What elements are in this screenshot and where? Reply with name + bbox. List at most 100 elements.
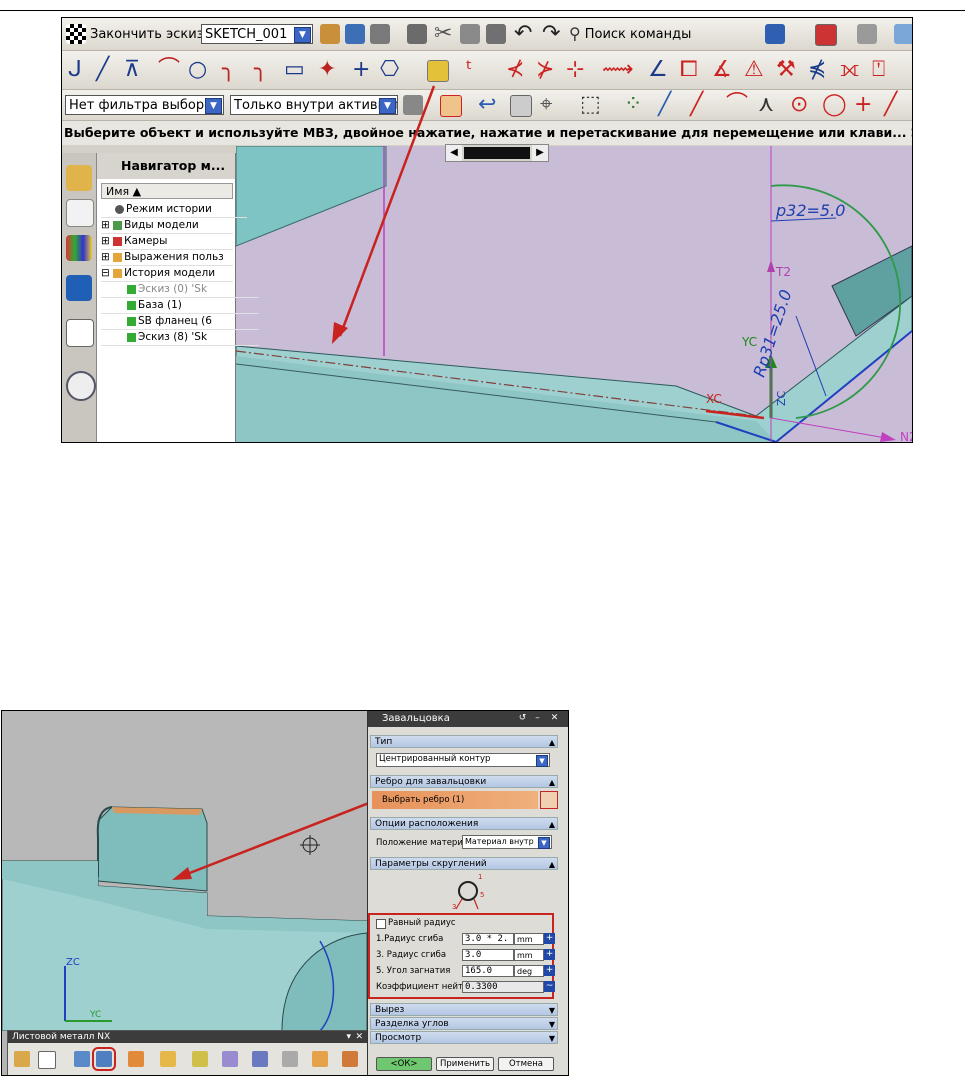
finish-sketch-button[interactable]: Закончить эскиз bbox=[66, 23, 204, 45]
select-point-icon[interactable]: ⌖ bbox=[540, 94, 552, 116]
tree-item[interactable]: ⊞ Камеры bbox=[101, 233, 233, 250]
show-constraints-icon[interactable]: ⚒ bbox=[776, 59, 796, 81]
scroll-left-icon[interactable]: ◀ bbox=[446, 145, 462, 161]
command-search-button[interactable]: ⚲ Поиск команды bbox=[569, 23, 691, 45]
constraints-icon[interactable]: ⟿ bbox=[602, 59, 634, 81]
reset-icon[interactable]: ↺ bbox=[517, 713, 528, 724]
orient-view-icon[interactable] bbox=[345, 24, 365, 44]
render-style-icon[interactable] bbox=[857, 24, 877, 44]
material-position-select[interactable]: Материал внутр ▼ bbox=[462, 835, 552, 849]
profile-icon[interactable]: ᒍ bbox=[68, 59, 82, 81]
unbend-icon[interactable] bbox=[192, 1051, 208, 1067]
snap-quadrant-icon[interactable]: ◯ bbox=[822, 94, 847, 116]
flat-solid-icon[interactable] bbox=[222, 1051, 238, 1067]
type-select[interactable]: Центрированный контур ▼ bbox=[376, 753, 550, 767]
tree-item[interactable]: ⊞ Виды модели bbox=[101, 217, 233, 234]
selection-filter-combo[interactable]: Нет фильтра выбора ▼ bbox=[65, 95, 224, 115]
roll-angle-options-icon[interactable]: + bbox=[544, 965, 555, 976]
tree-item[interactable]: База (1) bbox=[101, 297, 259, 314]
snap-point-icon[interactable] bbox=[440, 95, 462, 117]
remove-constraints-icon[interactable]: ⋠ bbox=[808, 59, 826, 81]
reattach-icon[interactable] bbox=[370, 24, 390, 44]
save-icon[interactable] bbox=[407, 24, 427, 44]
return-icon[interactable]: ↩ bbox=[478, 94, 496, 116]
preview-section-header[interactable]: Просмотр ▼ bbox=[370, 1031, 558, 1044]
close-icon[interactable]: ✕ bbox=[549, 713, 560, 724]
scroll-right-icon[interactable]: ▶ bbox=[532, 145, 548, 161]
snap-mid-icon[interactable]: ╱ bbox=[690, 94, 703, 116]
roll-angle-unit[interactable]: deg bbox=[514, 965, 544, 977]
bend-radius-1-field[interactable]: 3.0 * 2. bbox=[462, 933, 514, 945]
viewport-scrollbar[interactable]: ◀ ▶ bbox=[445, 144, 549, 162]
fillet-params-section-header[interactable]: Параметры скруглений ▲ bbox=[370, 857, 558, 870]
history-palette-icon[interactable] bbox=[66, 319, 94, 347]
bend-radius-3-unit[interactable]: mm bbox=[514, 949, 544, 961]
snap-control-icon[interactable]: ⌒ bbox=[726, 94, 748, 116]
mirror-icon[interactable]: ⟗ bbox=[840, 59, 859, 81]
quick-trim-icon[interactable]: ⊀ bbox=[506, 59, 524, 81]
alternate-solution-icon[interactable]: ⍞ bbox=[872, 59, 885, 81]
part-navigator-icon[interactable] bbox=[66, 199, 94, 227]
info-icon[interactable] bbox=[765, 24, 785, 44]
selection-scope-combo[interactable]: Только внутри активного ▼ bbox=[230, 95, 398, 115]
derived-lines-icon[interactable]: ⊼ bbox=[124, 59, 140, 81]
select-edge-button[interactable]: Выбрать ребро (1) bbox=[372, 791, 538, 809]
snap-end-icon[interactable]: ╱ bbox=[658, 94, 671, 116]
placement-section-header[interactable]: Опции расположения ▲ bbox=[370, 817, 558, 830]
snap-all-icon[interactable]: ⁘ bbox=[624, 94, 642, 116]
bend-radius-3-field[interactable]: 3.0 bbox=[462, 949, 514, 961]
apply-button[interactable]: Применить bbox=[436, 1057, 494, 1071]
neutral-factor-field[interactable]: 0.3300 bbox=[462, 981, 544, 993]
scroll-thumb[interactable] bbox=[464, 147, 530, 159]
tree-item[interactable]: Эскиз (0) 'Sk bbox=[101, 281, 259, 298]
tree-item[interactable]: SB фланец (6 bbox=[101, 313, 259, 330]
equal-radius-checkbox[interactable] bbox=[376, 919, 386, 929]
toolbar-menu-icon[interactable]: ▾ bbox=[346, 1031, 351, 1043]
fillet-icon[interactable]: ╮ bbox=[222, 59, 235, 81]
minimize-icon[interactable]: – bbox=[532, 713, 543, 724]
neutral-factor-options-icon[interactable]: ~ bbox=[544, 981, 555, 992]
corner-icon[interactable] bbox=[282, 1051, 298, 1067]
bend-radius-1-unit[interactable]: mm bbox=[514, 933, 544, 945]
roll-model-svg[interactable]: ZC YC bbox=[2, 711, 367, 1031]
graphics-viewport[interactable]: p32=5.0 Rp31=25.0 T2 YC XC ZC N2 bbox=[236, 146, 912, 442]
snap-center-icon[interactable]: ⊙ bbox=[790, 94, 808, 116]
angular-dimension-icon[interactable]: ∡ bbox=[712, 59, 732, 81]
redo-icon[interactable]: ↷ bbox=[542, 23, 560, 45]
project-curve-icon[interactable] bbox=[427, 60, 449, 82]
rapid-dimension-icon[interactable]: ⧠ bbox=[680, 59, 698, 81]
rectangle-icon[interactable]: ▭ bbox=[284, 59, 305, 81]
ok-button[interactable]: <ОК> bbox=[376, 1057, 432, 1071]
gusset-icon[interactable] bbox=[128, 1051, 144, 1067]
louver-icon[interactable] bbox=[312, 1051, 328, 1067]
offset-curve-icon[interactable]: ⎔ bbox=[380, 59, 399, 81]
paste-icon[interactable] bbox=[486, 24, 506, 44]
eraser-icon[interactable] bbox=[510, 95, 532, 117]
snap-intersect-icon[interactable]: ⋏ bbox=[758, 94, 774, 116]
chamfer-icon[interactable]: ╮ bbox=[254, 59, 267, 81]
fit-view-icon[interactable] bbox=[815, 24, 837, 46]
sketch-name-combo[interactable]: SKETCH_001 ▼ bbox=[201, 24, 313, 44]
reuse-library-icon[interactable] bbox=[66, 235, 92, 261]
snap-existing-icon[interactable]: + bbox=[854, 94, 872, 116]
view-cube-icon[interactable] bbox=[894, 24, 912, 44]
auto-constrain-icon[interactable]: ⚠ bbox=[744, 59, 764, 81]
make-corner-icon[interactable]: ⊹ bbox=[566, 59, 584, 81]
type-section-header[interactable]: Тип ▲ bbox=[370, 735, 558, 748]
sketch-options-icon[interactable] bbox=[320, 24, 340, 44]
rectangle-select-icon[interactable]: ⬚ bbox=[580, 94, 601, 116]
filter-settings-icon[interactable] bbox=[403, 95, 423, 115]
bend-radius-3-options-icon[interactable]: + bbox=[544, 949, 555, 960]
parallel-icon[interactable]: ∠ bbox=[648, 59, 668, 81]
bead-icon[interactable] bbox=[342, 1051, 358, 1067]
web-browser-icon[interactable] bbox=[66, 275, 92, 301]
tree-item[interactable]: Эскиз (8) 'Sk bbox=[101, 329, 259, 346]
cut-icon[interactable]: ✂ bbox=[434, 23, 452, 45]
edge-section-header[interactable]: Ребро для завальцовки ▲ bbox=[370, 775, 558, 788]
export-flat-icon[interactable] bbox=[252, 1051, 268, 1067]
sheet-metal-preferences-icon[interactable] bbox=[14, 1051, 30, 1067]
cancel-button[interactable]: Отмена bbox=[498, 1057, 554, 1071]
assembly-navigator-icon[interactable] bbox=[66, 165, 92, 191]
tab-icon[interactable] bbox=[38, 1051, 56, 1069]
roll-hem-icon[interactable] bbox=[92, 1047, 116, 1071]
